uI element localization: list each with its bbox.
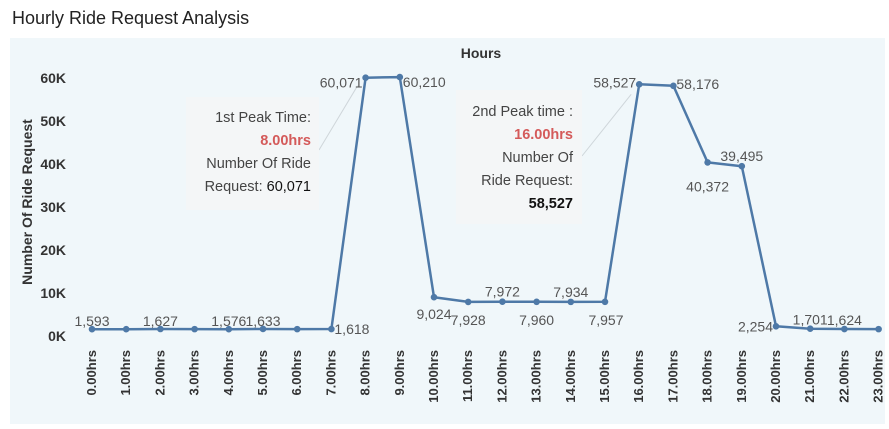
data-label: 7,934: [553, 284, 588, 300]
x-tick-label: 8.00hrs: [358, 350, 373, 396]
data-label: 1,624: [827, 312, 862, 328]
x-tick-label: 19.00hrs: [734, 350, 749, 403]
data-point: [704, 159, 711, 166]
data-point: [191, 325, 198, 333]
data-label: 58,527: [593, 74, 636, 90]
y-tick-label: 20K: [40, 242, 66, 258]
data-point: [122, 325, 130, 333]
data-label: 60,210: [403, 74, 446, 90]
data-point: [362, 74, 369, 81]
x-tick-label: 16.00hrs: [631, 350, 646, 403]
data-point: [635, 81, 643, 88]
x-tick-label: 20.00hrs: [768, 350, 783, 403]
data-label: 1,701: [793, 312, 828, 328]
callout-1-value-line: Request: 60,071: [186, 176, 311, 199]
data-label: 1,576: [211, 313, 246, 329]
data-label: 1,633: [245, 313, 280, 329]
x-tick-label: 14.00hrs: [563, 350, 578, 403]
callout-2-connector: [581, 94, 632, 157]
x-tick-label: 12.00hrs: [494, 350, 509, 403]
x-axis-title: Hours: [461, 45, 502, 61]
y-tick-label: 60K: [40, 70, 66, 86]
callout-2-label: Number Of: [502, 150, 573, 166]
peak-callout-2: 2nd Peak time : 16.00hrs Number Of Ride …: [456, 90, 582, 224]
x-tick-label: 0.00hrs: [84, 350, 99, 396]
y-tick-label: 40K: [40, 156, 66, 172]
data-label: 1,627: [143, 313, 178, 329]
data-label: 58,176: [676, 76, 719, 92]
data-label: 7,957: [588, 312, 623, 328]
callout-1-time: 8.00hrs: [260, 133, 311, 149]
x-tick-label: 9.00hrs: [392, 350, 407, 396]
x-tick-label: 2.00hrs: [152, 350, 167, 396]
x-tick-label: 7.00hrs: [323, 350, 338, 396]
callout-1-value-prefix: Request:: [204, 179, 267, 195]
x-tick-label: 1.00hrs: [118, 350, 133, 396]
data-point: [430, 293, 438, 301]
y-axis-title: Number Of Ride Request: [19, 119, 35, 285]
data-label: 2,254: [738, 318, 773, 334]
callout-2-time: 16.00hrs: [514, 127, 573, 143]
callout-1-heading: 1st Peak Time:: [215, 110, 311, 126]
data-label: 40,372: [686, 178, 729, 194]
data-point: [293, 325, 301, 333]
x-tick-label: 22.00hrs: [836, 350, 851, 403]
x-tick-label: 23.00hrs: [871, 350, 886, 403]
data-point: [464, 298, 472, 306]
callout-2-label-2: Ride Request:: [481, 173, 573, 189]
data-label: 7,960: [519, 312, 554, 328]
callout-1-label: Number Of Ride: [206, 156, 311, 172]
data-label: 1,618: [334, 321, 369, 337]
x-tick-label: 13.00hrs: [529, 350, 544, 403]
y-tick-labels: 0K 10K 20K 30K 40K 50K 60K: [40, 70, 66, 344]
x-tick-label: 3.00hrs: [187, 350, 202, 396]
data-label: 1,593: [74, 313, 109, 329]
y-tick-label: 30K: [40, 199, 66, 215]
x-tick-label: 17.00hrs: [665, 350, 680, 403]
callout-1-connector: [318, 85, 359, 151]
data-label: 9,024: [416, 306, 451, 322]
x-tick-label: 15.00hrs: [597, 350, 612, 403]
x-tick-label: 4.00hrs: [221, 350, 236, 396]
x-tick-labels: 0.00hrs 1.00hrs 2.00hrs 3.00hrs 4.00hrs 5.00h…: [84, 350, 886, 403]
y-tick-label: 0K: [48, 328, 66, 344]
data-point: [533, 298, 540, 306]
y-tick-label: 50K: [40, 113, 66, 129]
x-tick-label: 11.00hrs: [460, 350, 475, 402]
data-point: [875, 325, 882, 333]
callout-1-value: 60,071: [266, 179, 311, 195]
peak-callout-1: 1st Peak Time: 8.00hrs Number Of Ride Re…: [186, 97, 319, 210]
callout-2-heading: 2nd Peak time :: [472, 104, 573, 120]
data-label: 39,495: [720, 148, 763, 164]
callout-2-value: 58,527: [528, 196, 573, 212]
data-point: [601, 298, 609, 306]
x-tick-label: 5.00hrs: [255, 350, 270, 396]
x-tick-label: 21.00hrs: [802, 350, 817, 403]
line-chart: Hours Number Of Ride Request 0K 10K 20K 30K…: [19, 45, 886, 403]
data-point: [772, 323, 780, 330]
x-tick-label: 10.00hrs: [426, 350, 441, 403]
data-label: 7,928: [451, 312, 486, 328]
data-label: 7,972: [485, 284, 520, 300]
data-label: 60,071: [320, 75, 363, 91]
x-tick-label: 6.00hrs: [289, 350, 304, 396]
x-tick-label: 18.00hrs: [700, 350, 715, 403]
y-tick-label: 10K: [40, 285, 66, 301]
